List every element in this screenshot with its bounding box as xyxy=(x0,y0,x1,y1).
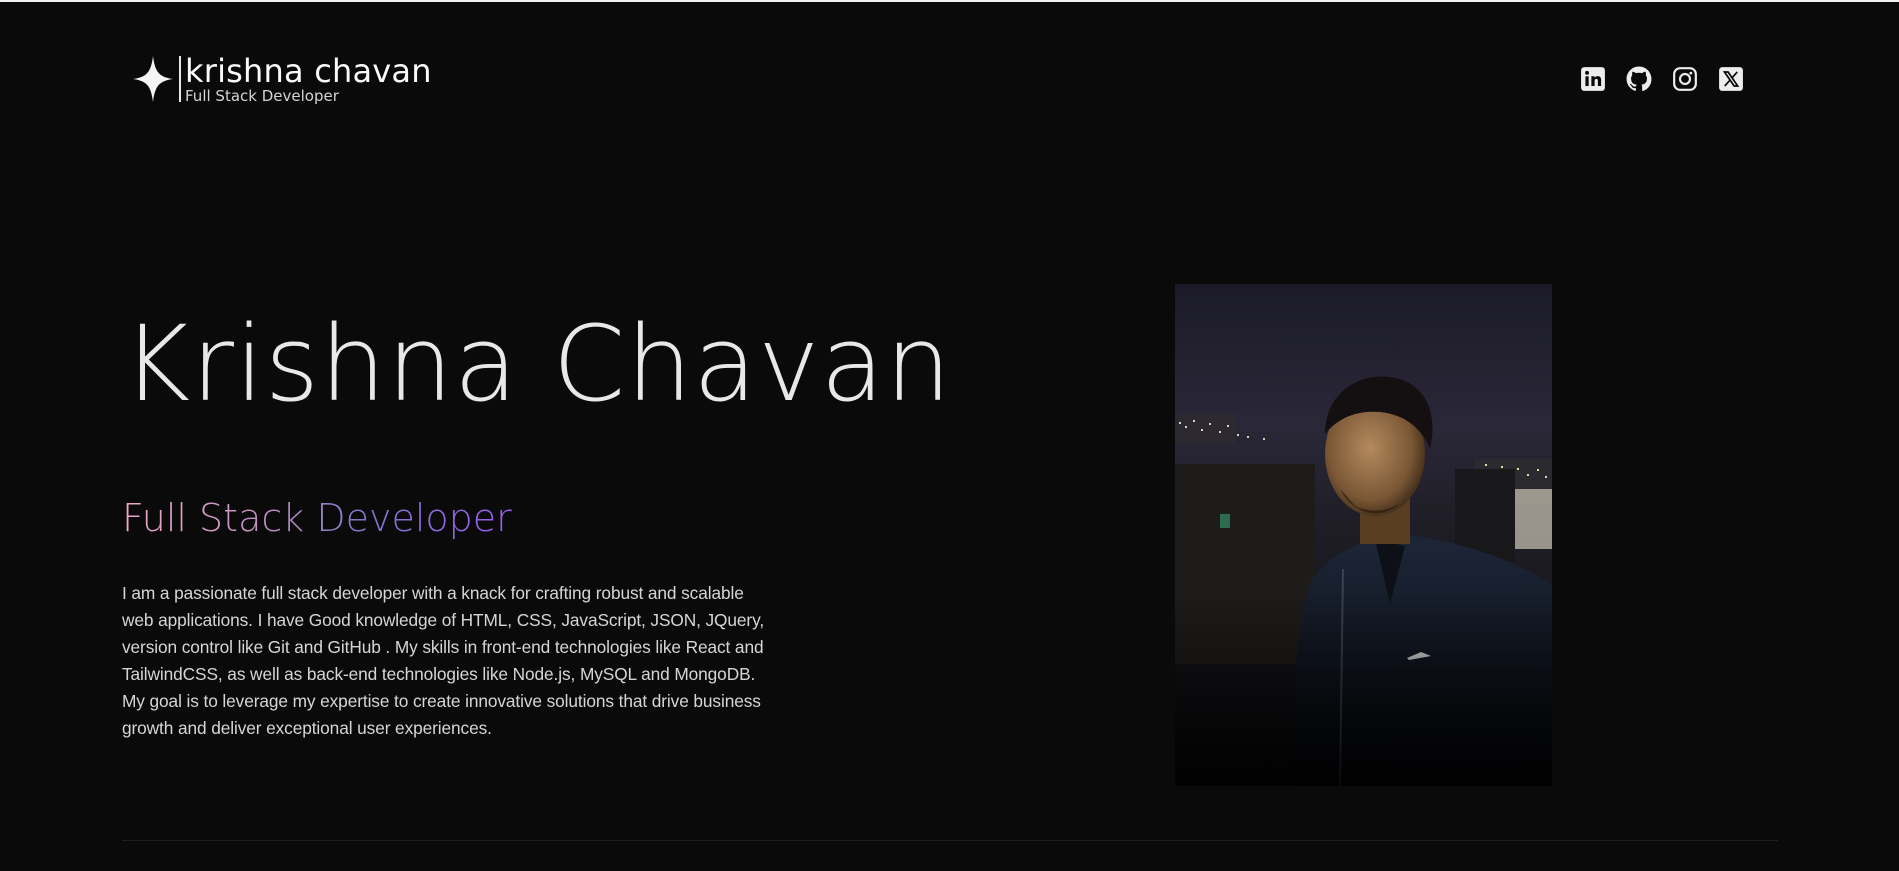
sparkle-logo-icon xyxy=(133,56,173,102)
instagram-link[interactable] xyxy=(1672,66,1698,92)
github-icon xyxy=(1626,66,1652,91)
github-link[interactable] xyxy=(1626,66,1652,92)
linkedin-link[interactable] xyxy=(1580,66,1606,92)
instagram-icon xyxy=(1673,67,1697,91)
hero-name: Krishna Chavan xyxy=(122,303,953,425)
x-twitter-link[interactable] xyxy=(1718,66,1744,92)
portfolio-page: krishna chavan Full Stack Developer Kris… xyxy=(0,0,1899,871)
brand-name: krishna chavan xyxy=(185,51,432,90)
hero-role: Full Stack Developer xyxy=(122,496,512,540)
brand-text: krishna chavan Full Stack Developer xyxy=(185,55,432,104)
brand-role: Full Stack Developer xyxy=(185,86,339,105)
hero-bio: I am a passionate full stack developer w… xyxy=(122,583,765,738)
linkedin-icon xyxy=(1581,67,1605,91)
brand-logo-link[interactable]: krishna chavan Full Stack Developer xyxy=(131,54,432,104)
portrait-photo xyxy=(1175,284,1552,786)
portrait-illustration xyxy=(1175,284,1552,786)
section-divider xyxy=(122,840,1778,841)
x-twitter-icon xyxy=(1719,67,1743,91)
social-links xyxy=(1580,66,1744,92)
brand-divider xyxy=(179,56,181,102)
